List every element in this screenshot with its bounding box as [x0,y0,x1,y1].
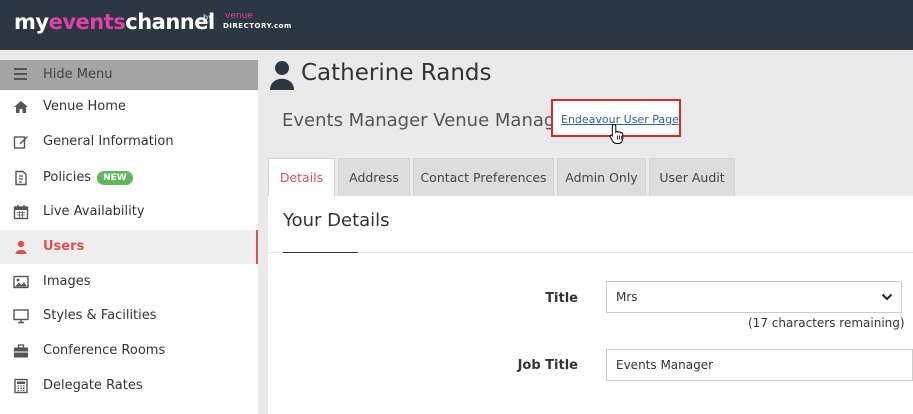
divider [268,252,913,253]
tab-user-audit[interactable]: User Audit [649,158,735,196]
sidebar-item-images[interactable]: Images [0,265,258,299]
characters-remaining: (17 characters remaining) [748,316,905,330]
edit-icon [13,136,28,149]
details-panel: Your Details Title Mrs (17 characters re… [268,196,913,414]
sidebar-item-venue-home[interactable]: Venue Home [0,90,258,124]
user-icon [15,240,27,254]
new-badge: NEW [97,171,133,185]
panel-title: Your Details [283,210,390,231]
hamburger-icon [14,68,27,80]
title-select-value: Mrs [616,290,638,304]
top-bar: myeventschannel by venue DIRECTORY.com [0,0,913,50]
page-title: Catherine Rands [301,60,492,86]
job-title-input[interactable]: Events Manager [606,349,913,381]
tab-admin-only[interactable]: Admin Only [557,158,646,196]
user-icon [270,61,294,90]
site-logo[interactable]: myeventschannel [14,10,215,34]
sidebar-item-general-information[interactable]: General Information [0,125,258,159]
sidebar: Hide Menu Venue Home General Information… [0,60,258,414]
sidebar-item-live-availability[interactable]: Live Availability [0,195,258,229]
calculator-icon [14,378,28,394]
sidebar-item-conference-rooms[interactable]: Conference Rooms [0,334,258,368]
home-icon [14,101,28,113]
sidebar-item-styles-facilities[interactable]: Styles & Facilities [0,299,258,333]
main-content: Catherine Rands Events Manager Venue Man… [258,50,913,414]
sidebar-item-delegate-rates[interactable]: Delegate Rates [0,369,258,403]
job-title-label: Job Title [517,358,578,373]
briefcase-icon [14,344,28,358]
hide-menu-button[interactable]: Hide Menu [0,60,258,90]
sidebar-item-label: Policies [43,170,92,185]
title-label: Title [545,291,578,306]
tab-contact-preferences[interactable]: Contact Preferences [413,158,554,196]
job-title-value: Events Manager [616,358,714,372]
sidebar-item-policies[interactable]: Policies NEW [0,161,258,195]
chevron-down-icon [881,293,893,301]
hand-cursor-icon [609,123,624,144]
title-underline [283,252,358,253]
venue-directory-logo: by venue DIRECTORY.com [203,11,292,31]
document-icon [15,170,27,186]
image-icon [13,275,29,289]
tab-address[interactable]: Address [338,158,410,196]
user-roles: Events Manager Venue Manager [282,110,574,131]
monitor-icon [13,309,29,324]
sidebar-item-users[interactable]: Users [0,230,258,264]
tab-details[interactable]: Details [268,158,335,198]
calendar-icon [13,205,29,220]
title-select[interactable]: Mrs [606,281,902,313]
